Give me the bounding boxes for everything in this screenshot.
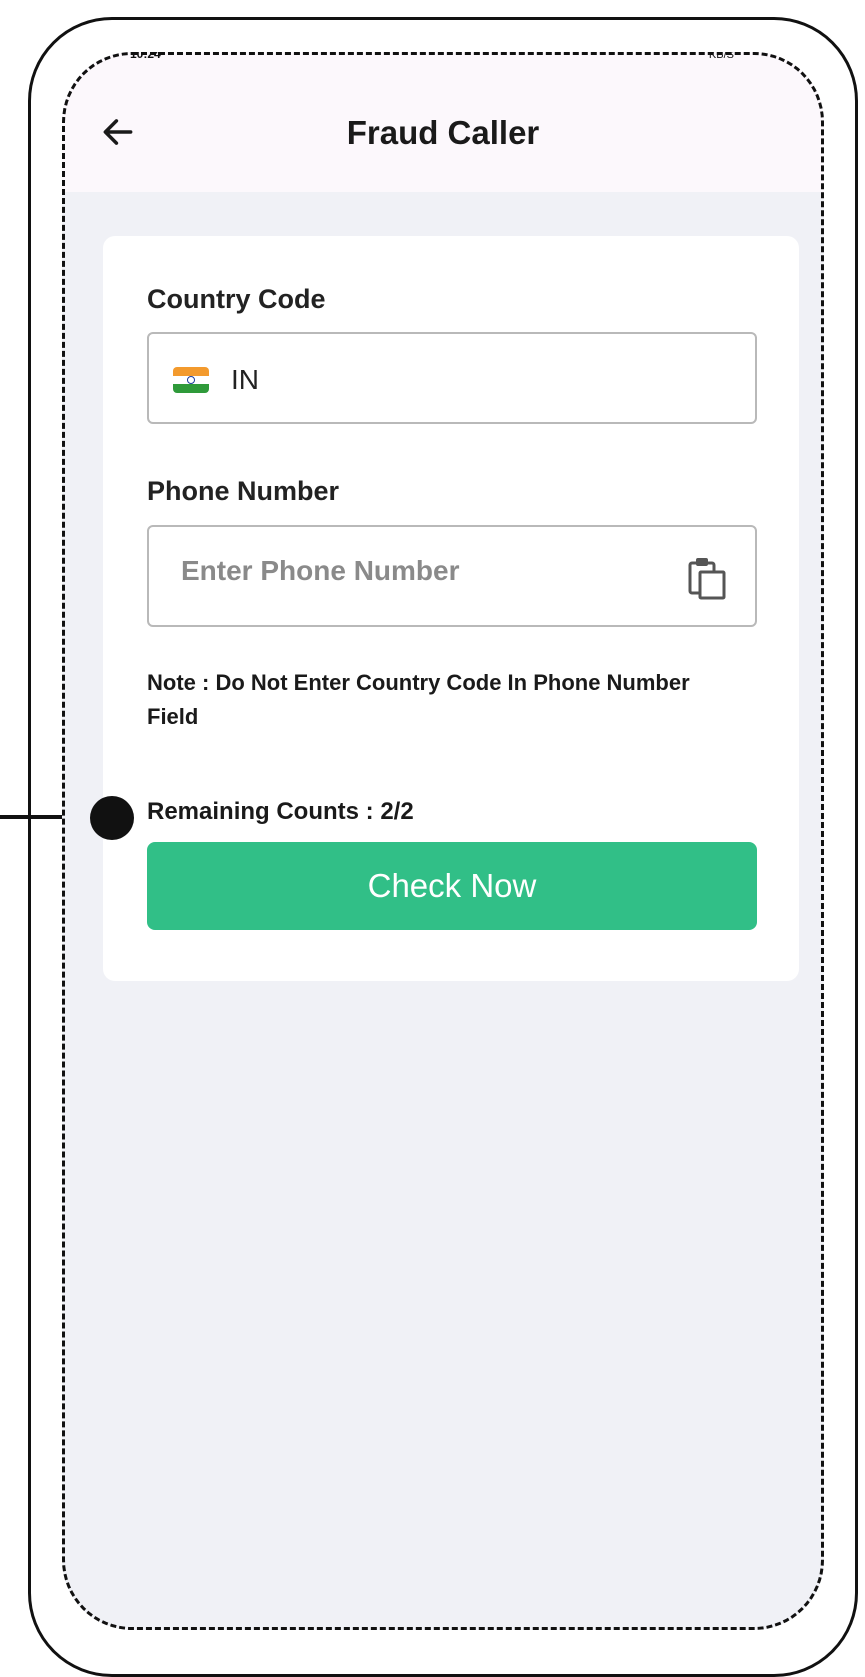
phone-number-label: Phone Number xyxy=(147,476,340,506)
country-code-label: Country Code xyxy=(147,284,326,314)
status-bar: 10:24 KB/S xyxy=(62,52,824,66)
phone-screen: 10:24 KB/S Fraud Caller Country Code IN … xyxy=(62,52,824,1630)
country-code-value: IN xyxy=(231,364,259,395)
status-time: 10:24 xyxy=(130,52,161,61)
country-code-selector[interactable]: IN xyxy=(147,332,757,424)
paste-icon[interactable] xyxy=(687,555,727,601)
phone-number-input[interactable] xyxy=(181,555,661,587)
india-flag-icon xyxy=(173,367,209,393)
page-title: Fraud Caller xyxy=(346,114,540,151)
app-bar: 10:24 KB/S Fraud Caller xyxy=(62,52,824,192)
check-now-button[interactable]: Check Now xyxy=(147,842,757,930)
status-network-speed: KB/S xyxy=(708,52,734,61)
remaining-counts: Remaining Counts : 2/2 xyxy=(147,798,414,825)
phone-number-field[interactable] xyxy=(147,525,757,627)
form-card: Country Code IN Phone Number Note : Do N… xyxy=(103,236,799,981)
annotation-pointer-dot xyxy=(90,796,134,840)
phone-number-note: Note : Do Not Enter Country Code In Phon… xyxy=(147,670,690,729)
